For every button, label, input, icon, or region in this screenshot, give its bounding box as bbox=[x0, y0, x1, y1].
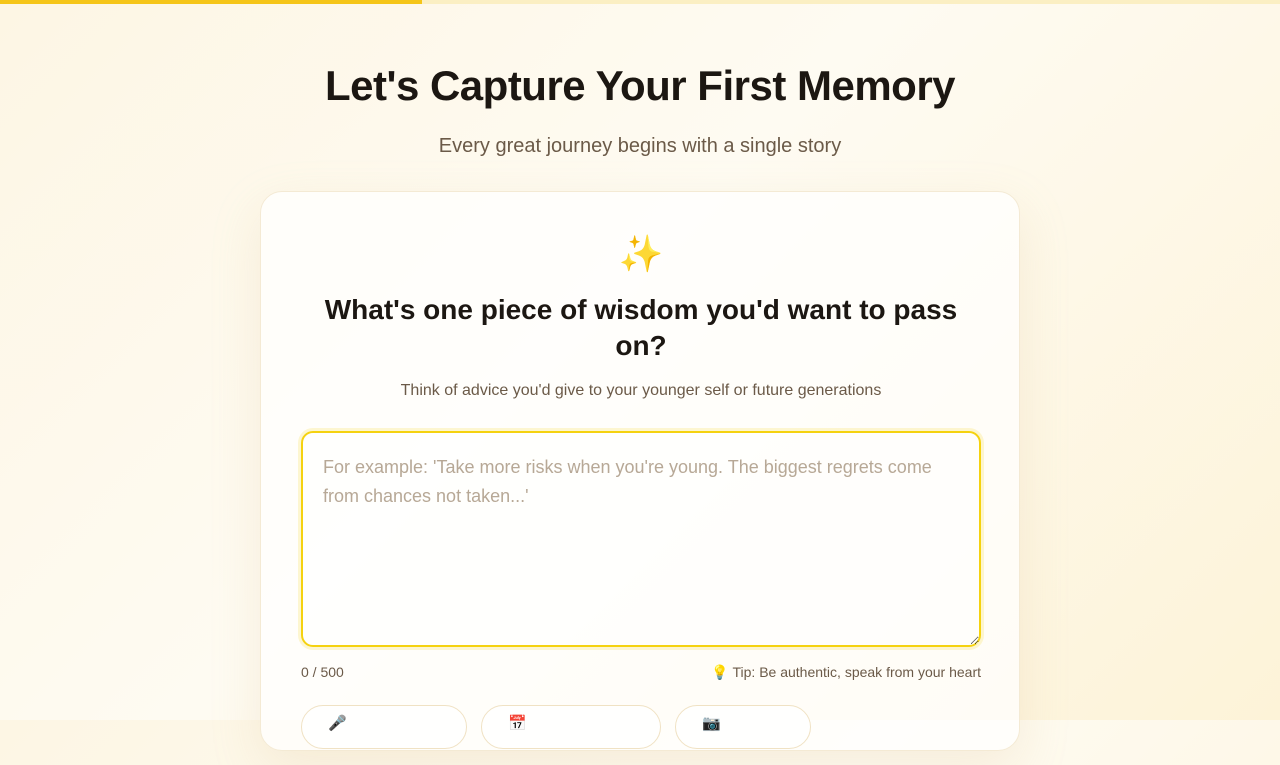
date-option-button[interactable]: 📅 bbox=[481, 705, 661, 749]
input-options: 🎤 📅 📷 bbox=[301, 705, 981, 765]
writing-tip: 💡 Tip: Be authentic, speak from your hear… bbox=[711, 664, 981, 681]
progress-bar-fill bbox=[0, 0, 423, 4]
photo-icon: 📷 bbox=[702, 715, 721, 732]
prompt-question: What's one piece of wisdom you'd want to… bbox=[324, 294, 958, 361]
page-subtitle: Every great journey begins with a single… bbox=[438, 135, 842, 157]
memory-answer-input[interactable] bbox=[301, 431, 981, 647]
microphone-icon: 🎤 bbox=[328, 715, 347, 732]
page-title: Let's Capture Your First Memory bbox=[324, 62, 956, 109]
sparkles-icon: ✨ bbox=[618, 233, 664, 274]
page-header: Let's Capture Your First Memory Every gr… bbox=[0, 60, 1280, 158]
prompt-hint: Think of advice you'd give to your young… bbox=[400, 382, 882, 399]
memory-card: ✨ What's one piece of wisdom you'd want … bbox=[260, 191, 1020, 751]
voice-option-button[interactable]: 🎤 bbox=[301, 705, 467, 749]
input-meta-row: 0 / 500 💡 Tip: Be authentic, speak from y… bbox=[301, 664, 981, 684]
character-count: 0 / 500 bbox=[301, 664, 344, 680]
calendar-icon: 📅 bbox=[508, 715, 527, 732]
photo-option-button[interactable]: 📷 bbox=[675, 705, 811, 749]
progress-bar bbox=[0, 0, 1280, 4]
lightbulb-icon: 💡 bbox=[711, 664, 729, 680]
writing-tip-text: Tip: Be authentic, speak from your heart bbox=[732, 664, 982, 680]
